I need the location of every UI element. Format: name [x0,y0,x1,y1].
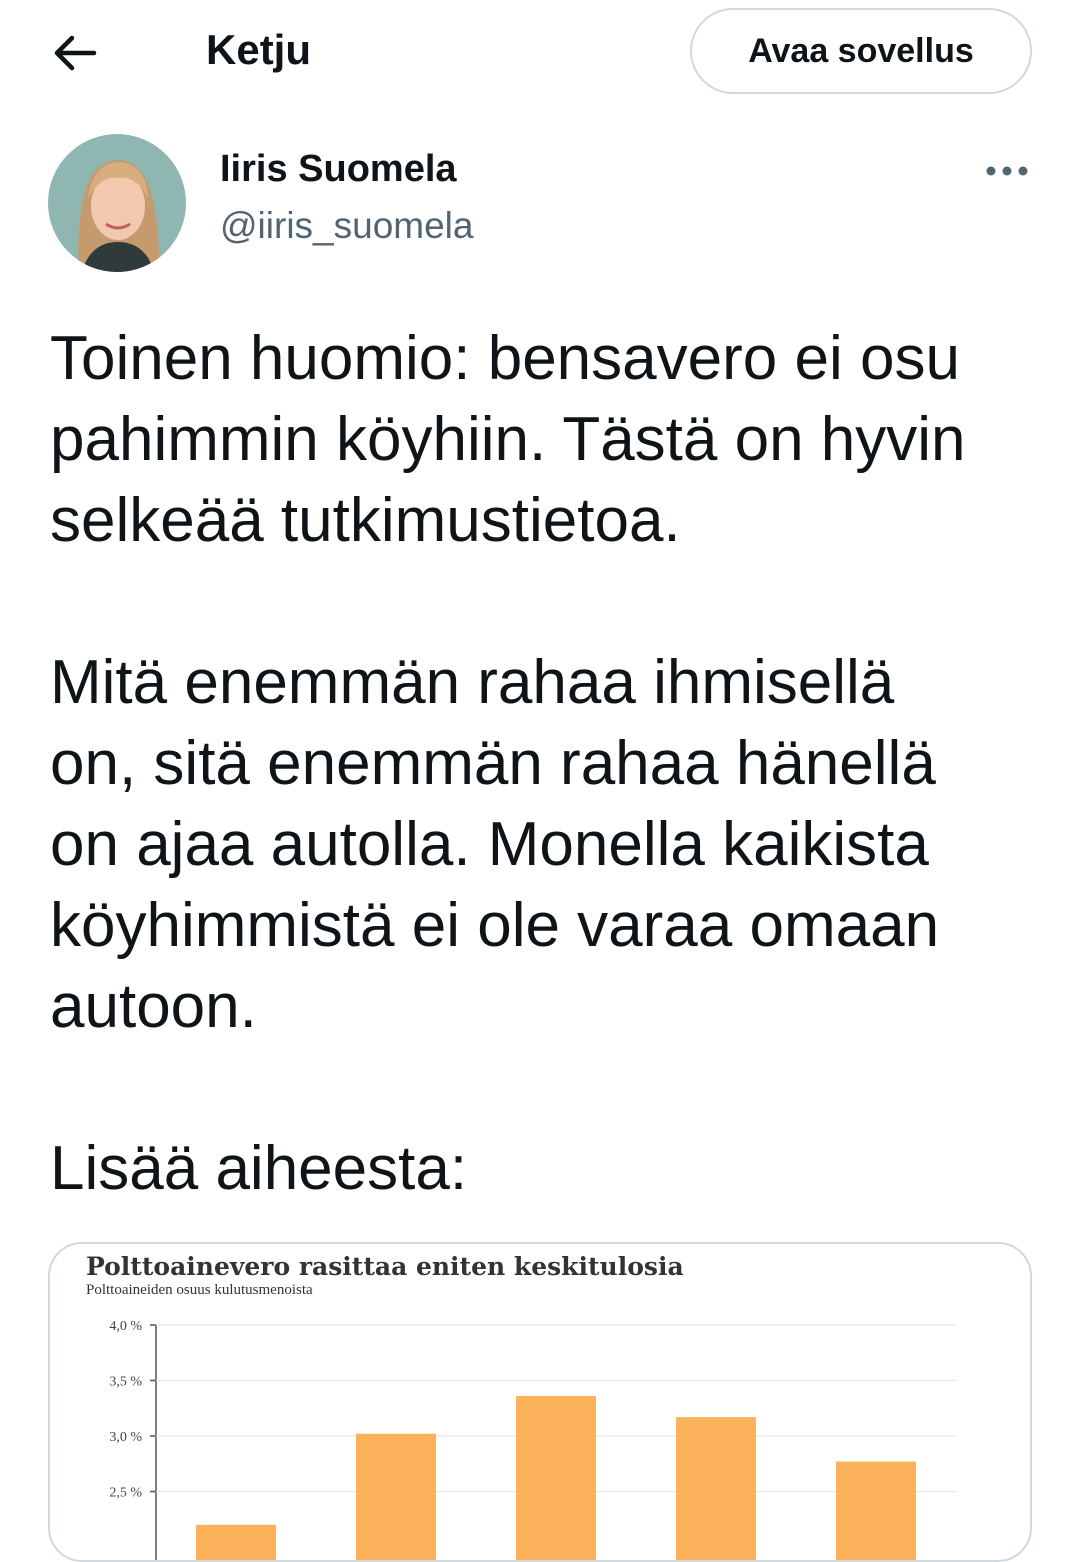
back-arrow-icon[interactable] [50,28,100,78]
y-tick-label: 3,0 % [109,1430,142,1445]
y-tick-label: 3,5 % [109,1375,142,1390]
chart-bar [356,1433,436,1560]
more-options-icon[interactable] [984,160,1030,182]
tweet-line: Mitä enemmän rahaa ihmisellä [50,648,895,717]
chart-bar [676,1417,756,1560]
tweet-line: on ajaa autolla. Monella kaikista [50,810,929,879]
top-bar: Ketju Avaa sovellus [0,0,1080,105]
y-tick-label: 2,5 % [109,1486,142,1501]
tweet-line: pahimmin köyhiin. Tästä on hyvin [50,405,966,474]
chart-bar [196,1524,276,1560]
tweet-line: Toinen huomio: bensavero ei osu [50,324,960,393]
chart-bar [516,1396,596,1560]
tweet-line: autoon. [50,972,257,1041]
author-handle[interactable]: @iiris_suomela [220,205,473,247]
tweet-line: köyhimmistä ei ole varaa omaan [50,891,940,960]
tweet-text: Toinen huomio: bensavero ei osu pahimmin… [50,318,1060,1209]
open-app-button[interactable]: Avaa sovellus [690,8,1032,94]
media-card-chart-image[interactable]: Polttoainevero rasittaa eniten keskitulo… [48,1242,1032,1562]
y-tick-label: 4,0 % [109,1319,142,1334]
page-title: Ketju [206,26,311,73]
tweet-line: on, sitä enemmän rahaa hänellä [50,729,936,798]
bar-chart: 4,0 % 3,5 % 3,0 % 2,5 % [109,1319,956,1560]
tweet-line: Lisää aiheesta: [50,1134,468,1203]
avatar[interactable] [48,134,186,272]
tweet-line: selkeää tutkimustietoa. [50,486,681,555]
author-name[interactable]: Iiris Suomela [220,148,457,191]
chart-bar [836,1461,916,1560]
